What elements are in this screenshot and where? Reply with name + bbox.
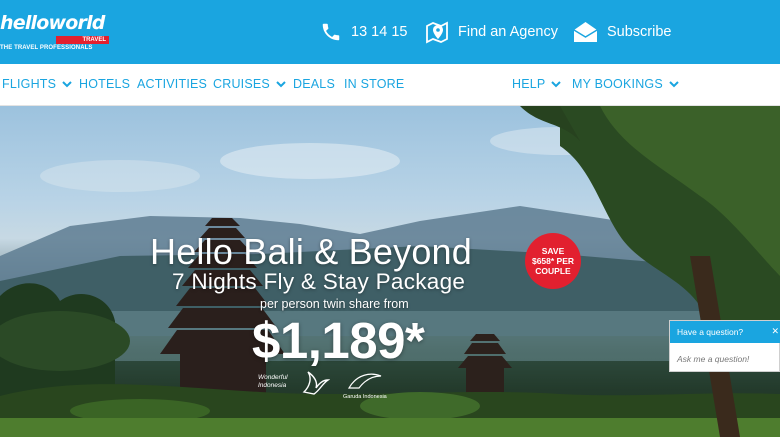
hero-banner[interactable]: Hello Bali & Beyond 7 Nights Fly & Stay … <box>0 106 780 437</box>
garuda-logo-icon <box>347 373 382 389</box>
save-badge-line2: $658* PER <box>531 256 575 266</box>
phone-number: 13 14 15 <box>351 24 408 40</box>
partner1-line2: Indonesia <box>258 382 287 389</box>
envelope-icon <box>573 21 598 43</box>
logo-travel-badge: TRAVEL <box>56 36 109 44</box>
nav-help[interactable]: HELP <box>512 77 562 91</box>
hero-title: Hello Bali & Beyond <box>150 231 472 272</box>
nav-hotels[interactable]: HOTELS <box>79 77 130 91</box>
garuda-logo-label: Garuda Indonesia <box>343 394 387 400</box>
nav-deals[interactable]: DEALS <box>293 77 335 91</box>
save-badge: SAVE $658* PER COUPLE <box>525 233 581 289</box>
close-icon[interactable]: ✕ <box>771 326 779 337</box>
chat-widget-header[interactable]: Have a question? ✕ <box>670 321 780 343</box>
chat-question-input[interactable]: Ask me a question! <box>677 354 749 364</box>
hero-subtitle: 7 Nights Fly & Stay Package <box>172 269 466 294</box>
nav-help-label: HELP <box>512 77 546 91</box>
main-nav: FLIGHTS HOTELS ACTIVITIES CRUISES DEALS … <box>0 64 780 106</box>
hero-price: $1,189* <box>252 312 425 369</box>
wonderful-indonesia-logo: Wonderful Indonesia <box>258 374 288 390</box>
find-agency-label: Find an Agency <box>458 24 558 40</box>
nav-flights[interactable]: FLIGHTS <box>2 77 72 91</box>
partner1-line1: Wonderful <box>258 374 288 381</box>
top-header: helloworld TRAVEL THE TRAVEL PROFESSIONA… <box>0 0 780 64</box>
save-badge-line1: SAVE <box>541 246 565 256</box>
logo-wordmark: helloworld <box>0 12 105 34</box>
find-agency-link[interactable]: Find an Agency <box>425 18 558 46</box>
logo-tagline: THE TRAVEL PROFESSIONALS <box>0 45 93 51</box>
nav-flights-label: FLIGHTS <box>2 77 57 91</box>
map-pin-icon <box>425 20 449 44</box>
chevron-down-icon <box>669 77 679 91</box>
chevron-down-icon <box>62 77 72 91</box>
phone-link[interactable]: 13 14 15 <box>320 18 407 46</box>
nav-my-bookings[interactable]: MY BOOKINGS <box>572 77 679 91</box>
chat-widget-title: Have a question? <box>677 327 744 337</box>
bird-emblem-icon <box>302 371 330 395</box>
nav-cruises-label: CRUISES <box>213 77 270 91</box>
chevron-down-icon <box>551 77 562 91</box>
nav-deals-label: DEALS <box>293 77 335 91</box>
nav-activities-label: ACTIVITIES <box>137 77 208 91</box>
helloworld-logo[interactable]: helloworld TRAVEL THE TRAVEL PROFESSIONA… <box>0 12 112 52</box>
nav-hotels-label: HOTELS <box>79 77 131 91</box>
chat-widget[interactable]: Have a question? ✕ Ask me a question! <box>669 320 780 372</box>
nav-activities[interactable]: ACTIVITIES <box>137 77 207 91</box>
nav-my-bookings-label: MY BOOKINGS <box>572 77 663 91</box>
hero-price-note: per person twin share from <box>260 297 409 311</box>
nav-in-store-label: IN STORE <box>344 77 405 91</box>
nav-in-store[interactable]: IN STORE <box>344 77 404 91</box>
nav-cruises[interactable]: CRUISES <box>213 77 286 91</box>
subscribe-label: Subscribe <box>607 24 672 40</box>
save-badge-line3: COUPLE <box>535 266 571 276</box>
subscribe-link[interactable]: Subscribe <box>573 18 671 46</box>
phone-icon <box>320 21 342 43</box>
chevron-down-icon <box>276 77 286 91</box>
